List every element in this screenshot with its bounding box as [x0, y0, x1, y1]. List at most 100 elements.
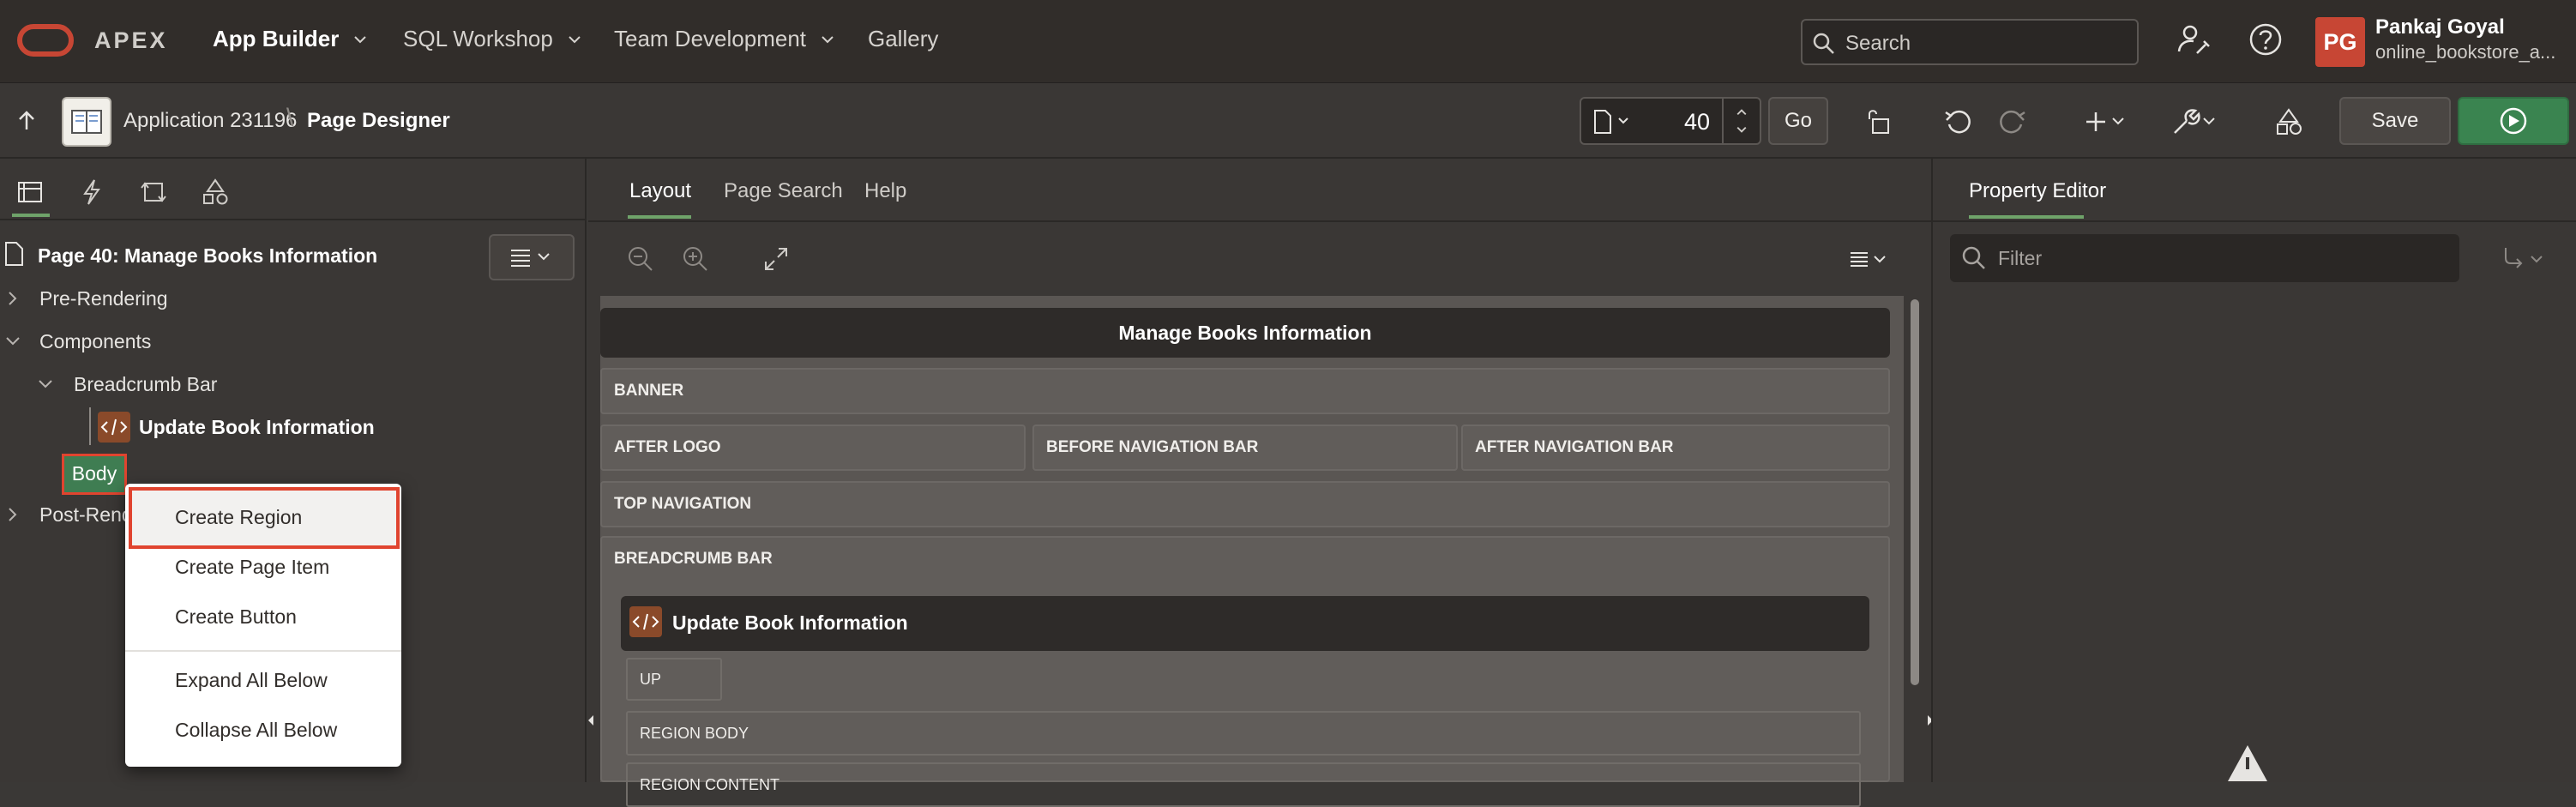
create-menu-icon[interactable] [2085, 107, 2130, 136]
dynamic-actions-tab-icon[interactable] [77, 178, 106, 207]
page-number-input[interactable]: 40 [1684, 109, 1710, 136]
tree-page-title[interactable]: Page 40: Manage Books Information [38, 244, 377, 268]
chevron-right-icon[interactable] [5, 505, 21, 524]
nav-gallery[interactable]: Gallery [868, 26, 938, 52]
nav-sql-workshop-label: SQL Workshop [403, 26, 553, 51]
go-to-group-icon[interactable] [2501, 244, 2552, 274]
code-icon [632, 613, 659, 630]
tree-body[interactable]: Body [62, 454, 127, 495]
menu-divider [125, 650, 401, 652]
region-banner[interactable]: BANNER [600, 368, 1890, 414]
scrollbar[interactable] [1911, 299, 1919, 685]
active-tab-indicator [628, 215, 691, 219]
redo-icon[interactable] [1998, 107, 2027, 136]
chevron-down-icon[interactable] [36, 376, 55, 392]
tree-components[interactable]: Components [39, 330, 151, 353]
book-icon [71, 110, 102, 134]
shared-components-icon[interactable] [2274, 107, 2303, 136]
search-field[interactable]: Search [1801, 19, 2139, 65]
breadcrumb-application[interactable]: Application 231196 [123, 109, 297, 133]
nav-app-builder[interactable]: App Builder [213, 26, 370, 52]
slot-region-content[interactable]: REGION CONTENT [626, 762, 1861, 807]
chevron-right-icon[interactable] [5, 289, 21, 308]
canvas-page-title[interactable]: Manage Books Information [600, 308, 1890, 358]
tree-pre-rendering[interactable]: Pre-Rendering [39, 287, 168, 310]
chevron-down-icon[interactable] [3, 334, 22, 349]
region-top-navigation[interactable]: TOP NAVIGATION [600, 481, 1890, 527]
chevron-down-icon [354, 35, 367, 43]
tree-update-book-information[interactable]: Update Book Information [139, 416, 375, 439]
region-update-book-information[interactable]: Update Book Information [621, 596, 1869, 651]
page-number-stepper-icon[interactable] [1722, 99, 1760, 143]
page-designer-toolbar: Application 231196 \ Page Designer 40 Go [0, 83, 2576, 159]
chevron-down-icon [569, 35, 581, 43]
utilities-wrench-icon[interactable] [2171, 107, 2219, 136]
filter-placeholder: Filter [1998, 247, 2043, 269]
undo-icon[interactable] [1943, 107, 1972, 136]
tab-layout[interactable]: Layout [629, 179, 691, 203]
list-menu-icon [511, 250, 550, 267]
divider [1933, 220, 2576, 222]
help-icon[interactable] [2247, 21, 2284, 58]
menu-item-expand-all-below[interactable]: Expand All Below [125, 669, 401, 692]
layout-canvas[interactable]: Manage Books Information BANNER AFTER LO… [600, 296, 1904, 807]
menu-item-create-region[interactable]: Create Region [125, 506, 401, 529]
menu-item-create-page-item[interactable]: Create Page Item [125, 556, 401, 579]
region-after-navigation-bar[interactable]: AFTER NAVIGATION BAR [1461, 425, 1890, 471]
nav-team-development-label: Team Development [614, 26, 806, 51]
divider [588, 220, 1931, 222]
menu-item-collapse-all-below[interactable]: Collapse All Below [125, 719, 401, 742]
search-icon [1962, 246, 1985, 269]
tab-page-search[interactable]: Page Search [724, 179, 843, 203]
zoom-out-icon[interactable] [626, 244, 655, 274]
tree-post-rendering[interactable]: Post-Rend [39, 503, 133, 527]
arrow-up-icon[interactable] [15, 109, 38, 133]
slot-up[interactable]: UP [626, 658, 722, 701]
warning-icon [2228, 745, 2267, 781]
property-editor-panel: Property Editor Filter [1931, 159, 2576, 782]
active-tab-indicator [12, 214, 50, 217]
rendering-tab-icon[interactable] [15, 178, 45, 207]
go-button[interactable]: Go [1768, 97, 1828, 145]
property-filter-input[interactable]: Filter [1950, 234, 2459, 282]
processing-tab-icon[interactable] [139, 178, 168, 207]
tree-menu-button[interactable] [489, 234, 575, 280]
active-tab-indicator [1969, 215, 2084, 219]
nav-team-development[interactable]: Team Development [614, 26, 837, 52]
nav-sql-workshop[interactable]: SQL Workshop [403, 26, 584, 52]
menu-item-create-button[interactable]: Create Button [125, 605, 401, 629]
nav-gallery-label: Gallery [868, 26, 939, 51]
zoom-in-icon[interactable] [681, 244, 710, 274]
divider [0, 219, 587, 220]
run-page-button[interactable] [2458, 97, 2569, 145]
tab-help[interactable]: Help [864, 179, 906, 203]
administration-icon[interactable] [2175, 21, 2212, 58]
breadcrumb-separator: \ [286, 104, 294, 132]
page-selector[interactable]: 40 [1580, 97, 1761, 145]
top-header: APEX App Builder SQL Workshop Team Devel… [0, 0, 2576, 83]
shared-components-tab-icon[interactable] [201, 178, 230, 207]
lock-page-icon[interactable] [1863, 107, 1892, 136]
breadcrumb-page-designer: Page Designer [307, 109, 450, 132]
tab-property-editor[interactable]: Property Editor [1969, 179, 2106, 203]
oracle-logo-icon[interactable] [17, 24, 74, 57]
static-content-icon [98, 412, 130, 443]
slot-region-body[interactable]: REGION BODY [626, 711, 1861, 756]
application-icon[interactable] [62, 97, 111, 147]
chevron-down-icon [822, 35, 834, 43]
user-name[interactable]: Pankaj Goyal [2375, 15, 2505, 39]
region-update-book-information-title: Update Book Information [672, 611, 908, 634]
expand-icon[interactable] [761, 244, 791, 274]
collapse-left-handle-icon[interactable] [587, 714, 595, 727]
region-before-navigation-bar[interactable]: BEFORE NAVIGATION BAR [1032, 425, 1458, 471]
apex-brand[interactable]: APEX [94, 27, 168, 54]
layout-menu-icon[interactable] [1845, 244, 1893, 274]
search-icon [1813, 33, 1834, 54]
avatar[interactable]: PG [2315, 17, 2365, 67]
tree-breadcrumb-bar[interactable]: Breadcrumb Bar [74, 373, 217, 396]
region-breadcrumb-bar-label: BREADCRUMB BAR [614, 550, 773, 568]
save-button[interactable]: Save [2339, 97, 2451, 145]
play-icon [2500, 107, 2527, 135]
region-after-logo[interactable]: AFTER LOGO [600, 425, 1026, 471]
page-icon[interactable] [1592, 109, 1634, 135]
